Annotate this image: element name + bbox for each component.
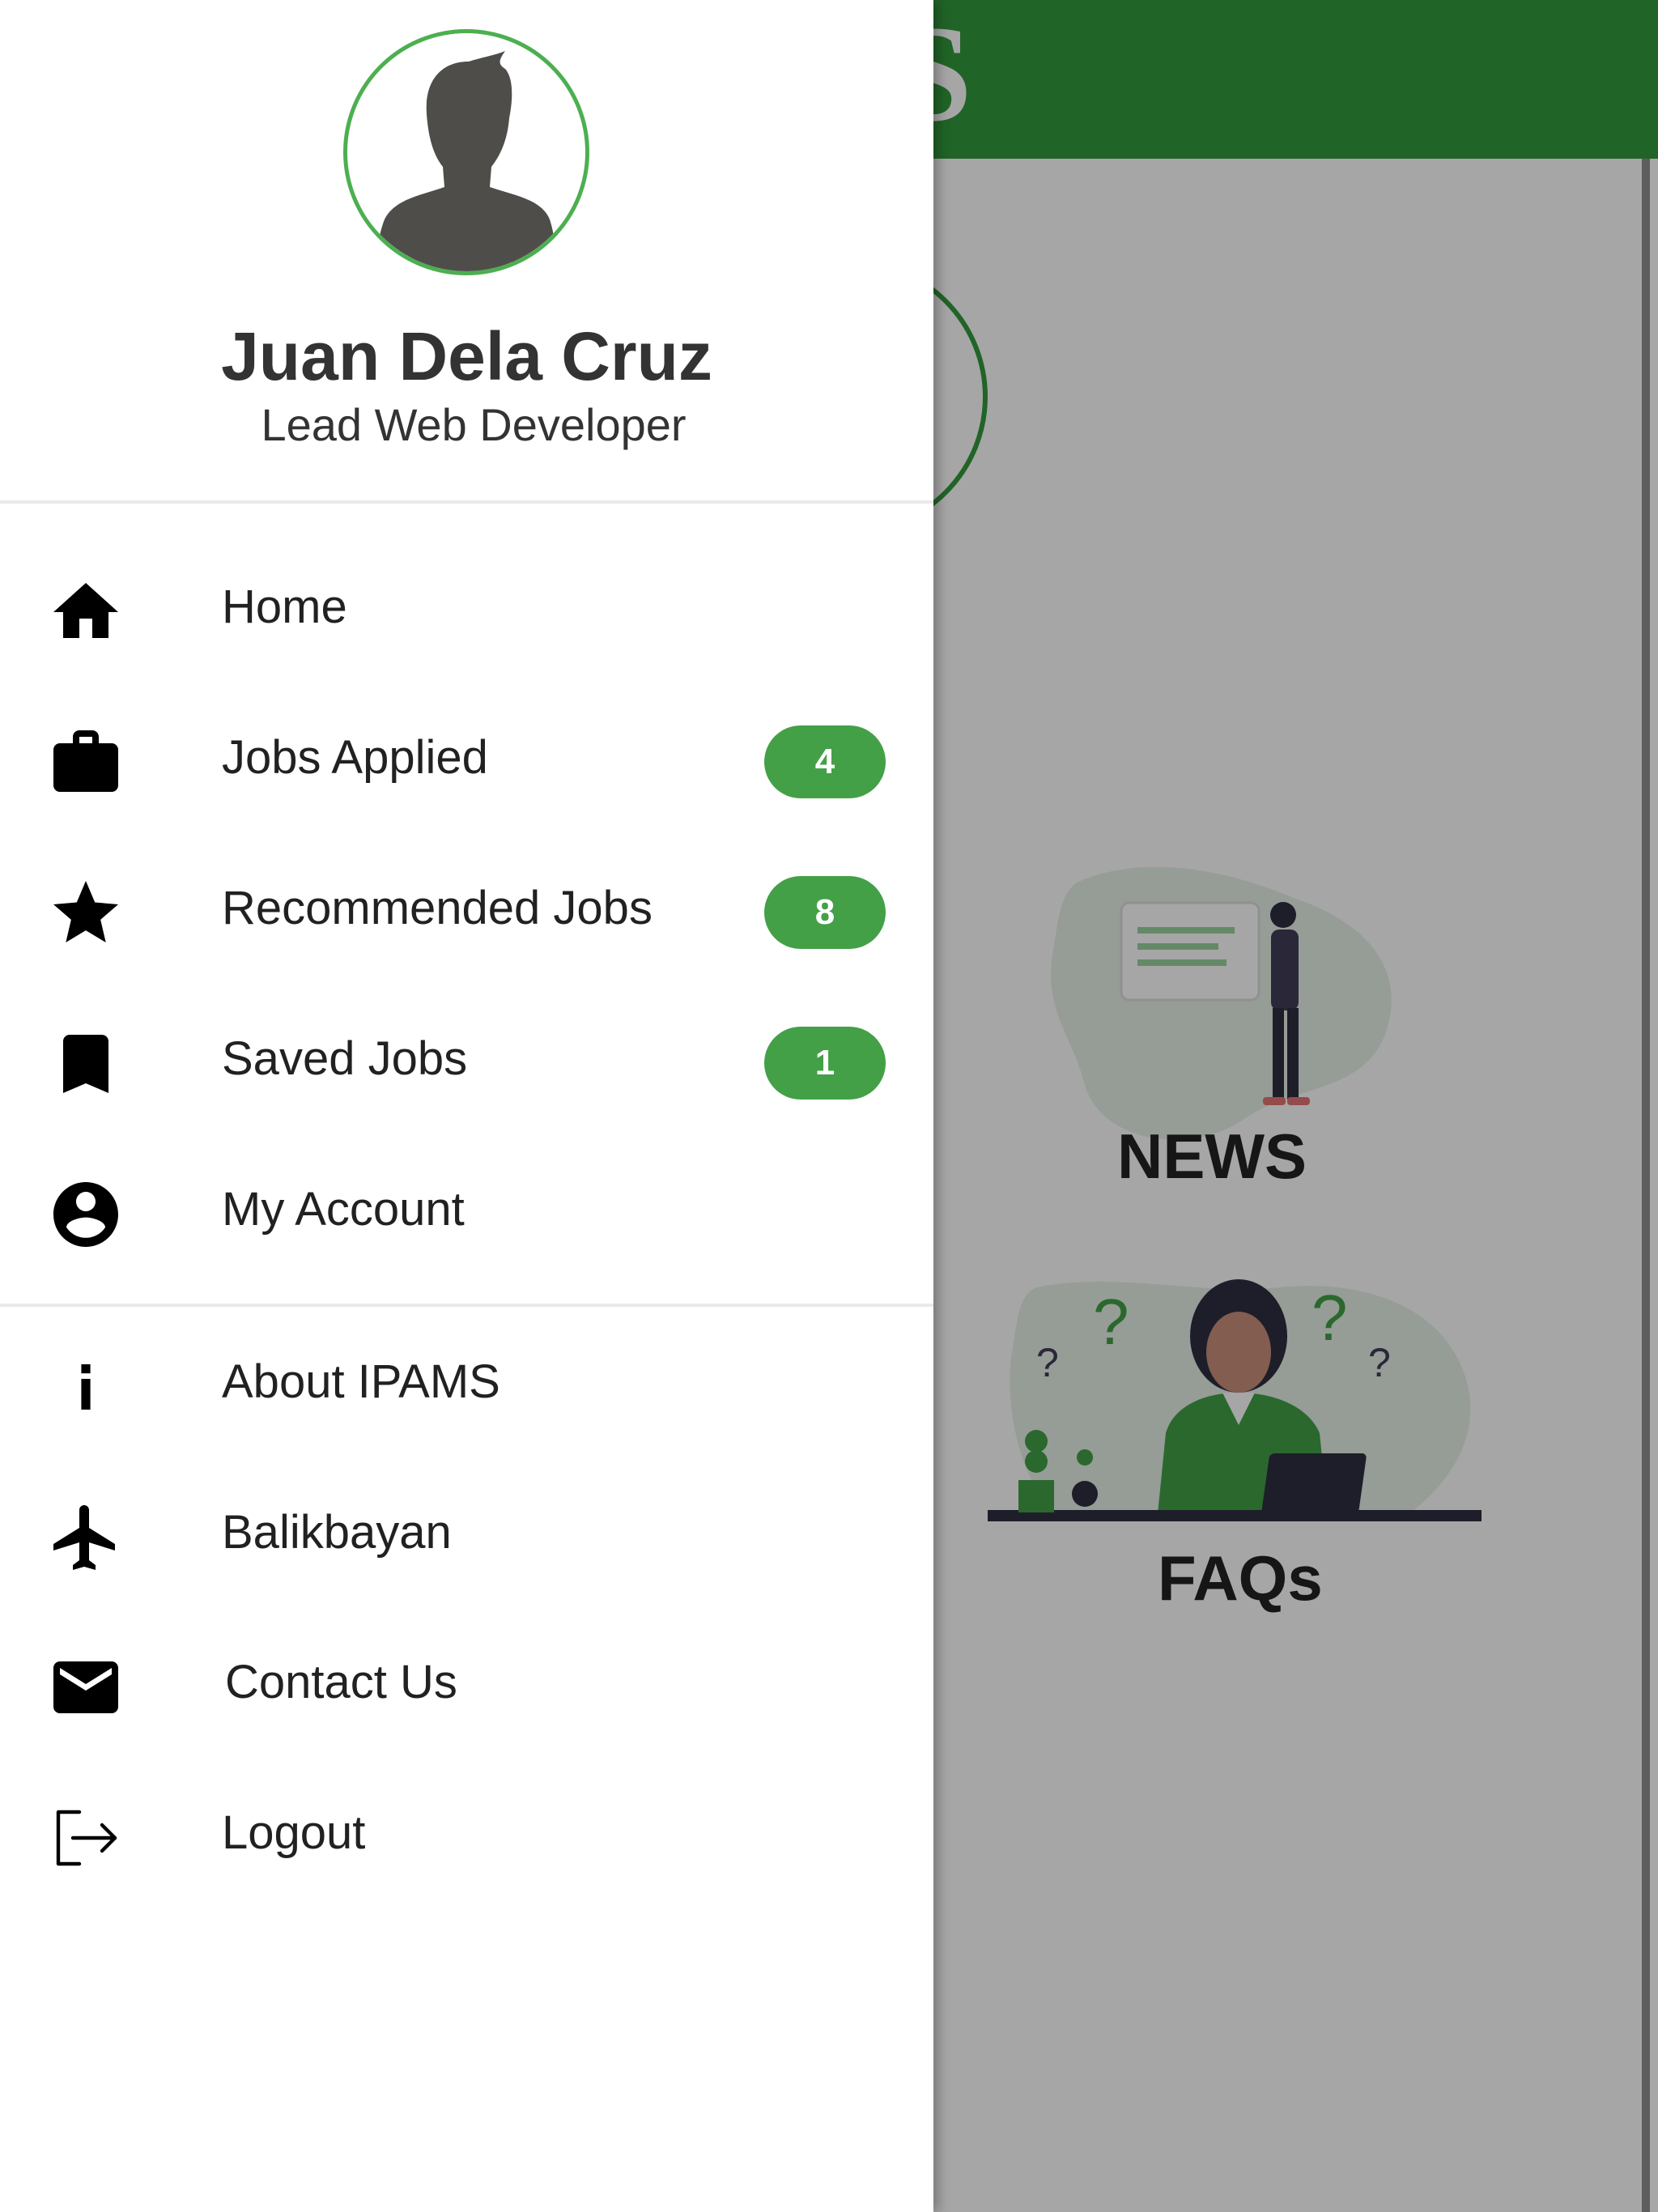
navigation-drawer: Juan Dela Cruz Lead Web Developer Home J… bbox=[0, 0, 933, 2212]
briefcase-icon bbox=[47, 724, 125, 802]
menu-item-label: Recommended Jobs bbox=[222, 882, 653, 934]
avatar[interactable] bbox=[343, 29, 589, 275]
saved-jobs-count-badge: 1 bbox=[764, 1027, 886, 1100]
menu-item-contact-us[interactable]: Contact Us bbox=[0, 1622, 933, 1743]
menu-item-balikbayan[interactable]: Balikbayan bbox=[0, 1472, 933, 1593]
menu-item-label: Contact Us bbox=[225, 1656, 457, 1708]
menu-item-label: Logout bbox=[222, 1806, 366, 1859]
menu-item-label: Jobs Applied bbox=[222, 731, 488, 784]
menu-item-label: Saved Jobs bbox=[222, 1032, 468, 1085]
account-circle-icon bbox=[47, 1176, 125, 1253]
menu-item-label: Balikbayan bbox=[222, 1506, 452, 1559]
bookmark-icon bbox=[47, 1025, 125, 1103]
jobs-applied-count-badge: 4 bbox=[764, 725, 886, 798]
menu-item-label: Home bbox=[222, 581, 347, 633]
drawer-divider bbox=[0, 500, 933, 504]
menu-item-home[interactable]: Home bbox=[0, 547, 933, 668]
menu-item-label: About IPAMS bbox=[222, 1355, 500, 1408]
recommended-jobs-count-badge: 8 bbox=[764, 876, 886, 949]
user-role: Lead Web Developer bbox=[261, 399, 687, 450]
user-name: Juan Dela Cruz bbox=[221, 318, 712, 394]
drawer-divider bbox=[0, 1304, 933, 1307]
menu-item-jobs-applied[interactable]: Jobs Applied 4 bbox=[0, 697, 933, 819]
airplane-icon bbox=[47, 1499, 125, 1576]
user-silhouette-icon bbox=[376, 51, 556, 271]
menu-item-my-account[interactable]: My Account bbox=[0, 1149, 933, 1270]
menu-item-logout[interactable]: Logout bbox=[0, 1772, 933, 1894]
menu-item-label: My Account bbox=[222, 1183, 465, 1236]
logout-icon bbox=[47, 1799, 125, 1877]
menu-item-about-ipams[interactable]: About IPAMS bbox=[0, 1321, 933, 1443]
mail-icon bbox=[47, 1648, 125, 1726]
home-icon bbox=[47, 573, 125, 651]
star-icon bbox=[47, 874, 125, 952]
menu-item-recommended-jobs[interactable]: Recommended Jobs 8 bbox=[0, 848, 933, 969]
menu-item-saved-jobs[interactable]: Saved Jobs 1 bbox=[0, 998, 933, 1120]
info-icon bbox=[47, 1348, 125, 1426]
